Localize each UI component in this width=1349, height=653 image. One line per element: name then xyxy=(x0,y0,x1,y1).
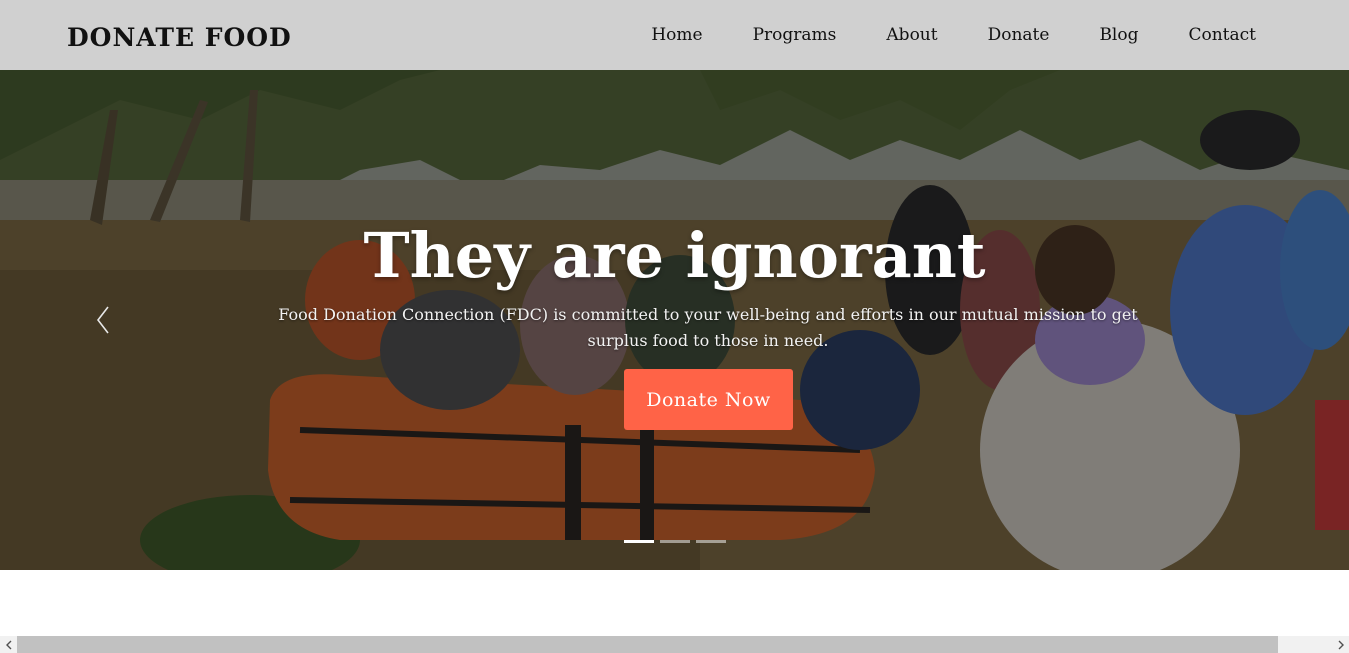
scroll-left-button[interactable] xyxy=(0,636,17,653)
carousel-indicator-3[interactable] xyxy=(696,540,726,543)
nav-link-home[interactable]: Home xyxy=(651,24,702,46)
hero-carousel: They are ignorant Food Donation Connecti… xyxy=(0,70,1349,570)
navbar: DONATE FOOD Home Programs About Donate B… xyxy=(0,0,1349,70)
carousel-indicator-1[interactable] xyxy=(624,540,654,543)
nav-link-donate[interactable]: Donate xyxy=(988,24,1050,46)
scrollbar-thumb[interactable] xyxy=(17,636,1278,653)
chevron-right-icon xyxy=(1338,640,1344,649)
brand-logo[interactable]: DONATE FOOD xyxy=(67,22,292,54)
hero-description: Food Donation Connection (FDC) is commit… xyxy=(278,305,1138,350)
horizontal-scrollbar[interactable] xyxy=(0,636,1349,653)
chevron-left-icon xyxy=(5,640,11,649)
carousel-indicator-2[interactable] xyxy=(660,540,690,543)
scroll-right-button[interactable] xyxy=(1332,636,1349,653)
donate-now-button[interactable]: Donate Now xyxy=(624,369,793,430)
nav-link-blog[interactable]: Blog xyxy=(1099,24,1138,46)
nav-link-contact[interactable]: Contact xyxy=(1188,24,1256,46)
nav-link-programs[interactable]: Programs xyxy=(753,24,837,46)
carousel-prev-button[interactable] xyxy=(88,302,118,338)
carousel-indicators xyxy=(624,540,726,543)
nav-link-about[interactable]: About xyxy=(886,24,937,46)
chevron-left-icon xyxy=(96,306,109,334)
hero-title: They are ignorant xyxy=(363,219,986,292)
nav-menu: Home Programs About Donate Blog Contact xyxy=(651,0,1256,70)
